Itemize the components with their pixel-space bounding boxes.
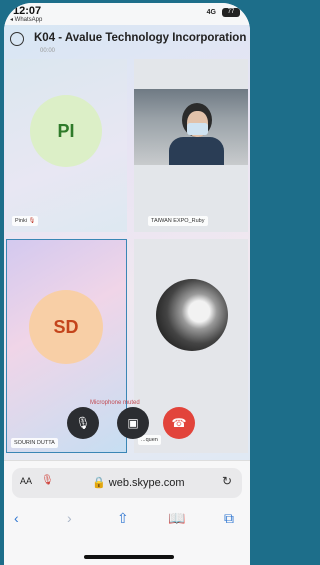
signal-indicator: 4G (206, 9, 216, 16)
meeting-duration: 00:00 (40, 48, 56, 54)
participant-name: Pinki 🎙 (12, 216, 39, 226)
battery-icon: 77 (222, 8, 240, 17)
meeting-title: K04 - Avalue Technology Incorporation (34, 32, 247, 44)
phone-screen: 12:07 ◂ WhatsApp 4G 77 K04 - Avalue Tech… (4, 3, 250, 565)
address-bar[interactable]: AA 🎙 🔒 web.skype.com ↻ (12, 468, 242, 498)
participant-video (134, 89, 248, 165)
avatar: PI (30, 95, 102, 167)
muted-notice: Microphone muted (90, 400, 140, 406)
back-to-whatsapp[interactable]: ◂ WhatsApp (10, 16, 42, 23)
status-bar: 12:07 ◂ WhatsApp 4G 77 (4, 3, 250, 25)
participant-name: TAIWAN EXPO_Ruby (148, 216, 208, 226)
camera-toggle-button[interactable]: ▣ (117, 407, 149, 439)
mic-toggle-button[interactable]: 🎙 (67, 407, 99, 439)
tabs-icon[interactable]: ⧉ (224, 510, 234, 527)
reader-options-button[interactable]: AA (20, 476, 32, 486)
participant-tile-taiwan-expo[interactable]: TAIWAN EXPO_Ruby (134, 59, 248, 232)
mic-muted-icon: 🎙 (28, 218, 36, 224)
home-indicator (84, 555, 174, 559)
end-call-icon: ☎ (171, 416, 187, 430)
url-text: 🔒 web.skype.com (92, 477, 185, 489)
bookmarks-icon[interactable]: 📖 (168, 510, 185, 527)
mic-in-use-icon: 🎙 (41, 475, 54, 486)
share-icon[interactable]: ⇧ (117, 510, 129, 527)
participant-tile-pinki[interactable]: PI Pinki 🎙 (6, 59, 127, 232)
avatar: SD (29, 290, 103, 364)
mic-off-icon: 🎙 (75, 416, 91, 430)
forward-icon[interactable]: › (67, 510, 72, 526)
face-mask (187, 123, 208, 135)
cat-photo-avatar (156, 279, 228, 351)
camera-off-icon: ▣ (127, 416, 139, 430)
call-controls: 🎙 ▣ ☎ (4, 407, 250, 445)
safari-toolbar: AA 🎙 🔒 web.skype.com ↻ ‹ › ⇧ 📖 ⧉ (4, 460, 250, 565)
end-call-button[interactable]: ☎ (163, 407, 195, 439)
chat-icon[interactable] (10, 32, 24, 46)
person-body (169, 137, 224, 165)
reload-icon[interactable]: ↻ (222, 474, 232, 488)
back-icon[interactable]: ‹ (14, 510, 19, 526)
